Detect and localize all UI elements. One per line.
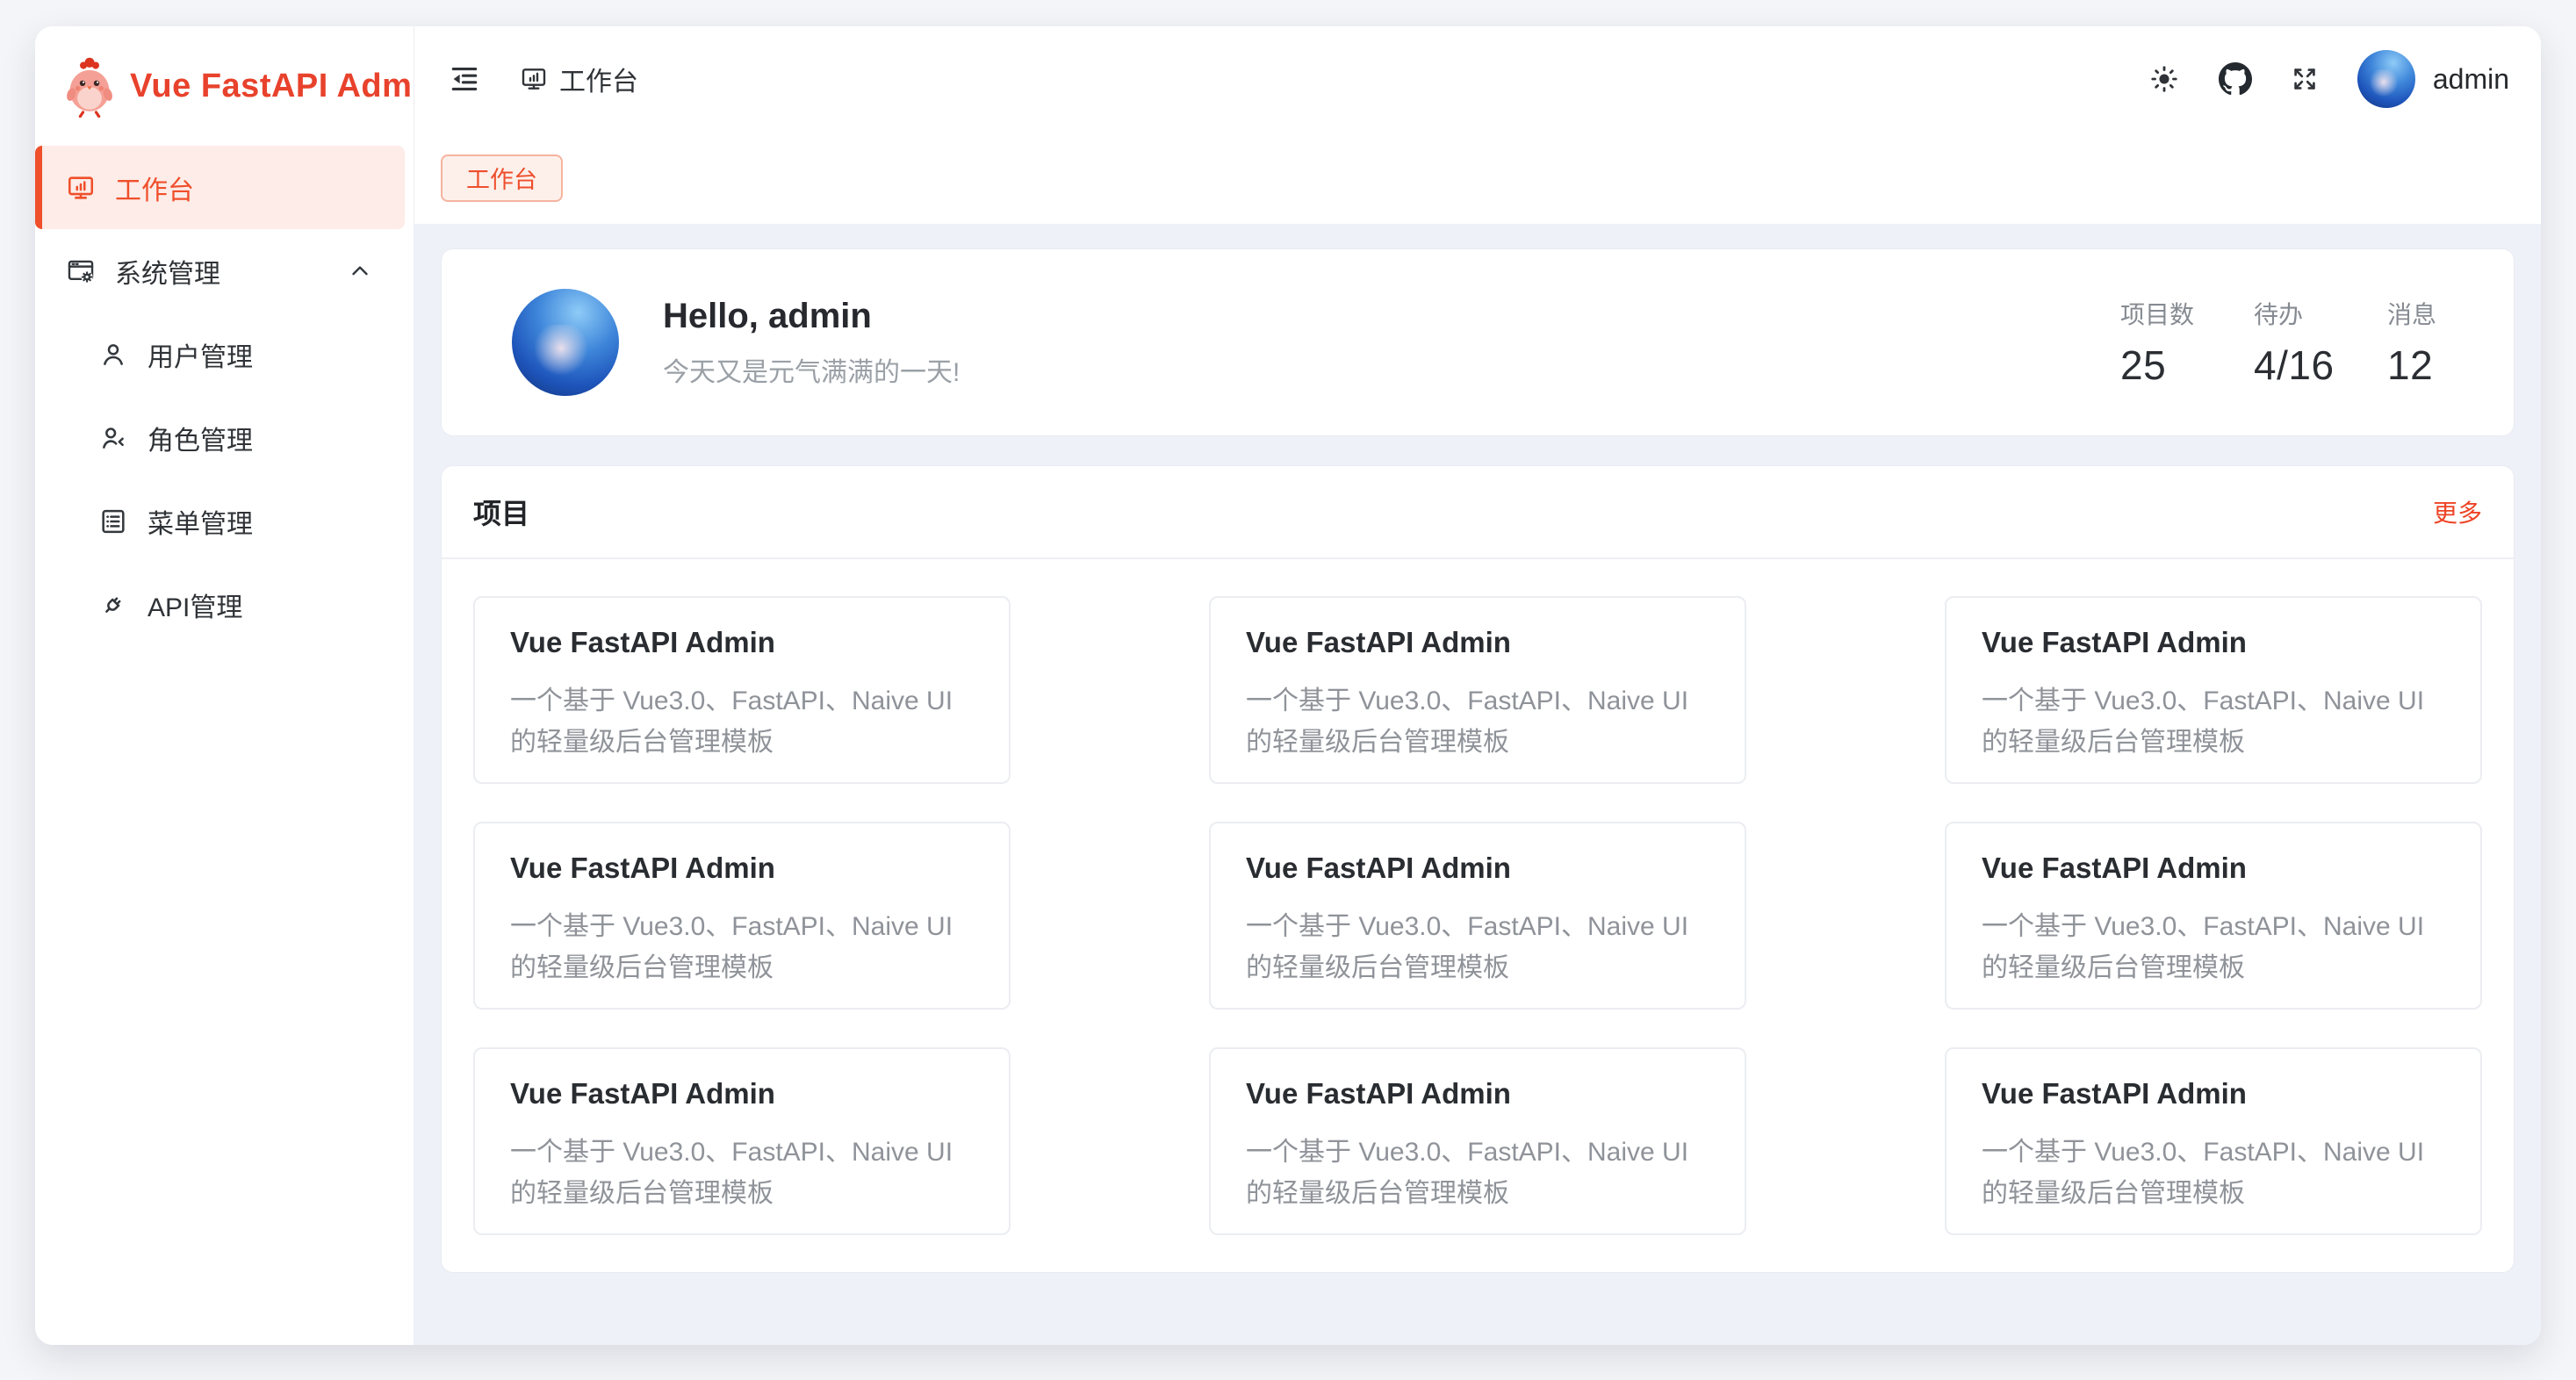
sidebar-item-label: 系统管理 xyxy=(115,252,220,291)
system-icon xyxy=(66,256,96,286)
project-card: Vue FastAPI Admin 一个基于 Vue3.0、FastAPI、Na… xyxy=(1209,1047,1746,1235)
project-description: 一个基于 Vue3.0、FastAPI、Naive UI 的轻量级后台管理模板 xyxy=(1246,1132,1709,1214)
menu-fold-icon xyxy=(448,62,481,96)
github-icon xyxy=(2219,62,2252,96)
project-title: Vue FastAPI Admin xyxy=(1246,852,1709,885)
user-icon xyxy=(98,340,128,370)
project-title: Vue FastAPI Admin xyxy=(510,1077,974,1110)
github-link-button[interactable] xyxy=(2219,62,2252,96)
project-description: 一个基于 Vue3.0、FastAPI、Naive UI 的轻量级后台管理模板 xyxy=(1982,906,2445,988)
stat-projects: 项目数 25 xyxy=(2120,296,2205,389)
brand-logo: Vue FastAPI Admin xyxy=(35,26,414,146)
chevron-up-icon xyxy=(347,258,373,284)
stat-value: 4/16 xyxy=(2254,341,2338,389)
welcome-card: Hello, admin 今天又是元气满满的一天! 项目数 25 待办 4/16… xyxy=(441,248,2515,436)
breadcrumb-label: 工作台 xyxy=(559,60,638,98)
projects-title: 项目 xyxy=(473,492,529,532)
project-card: Vue FastAPI Admin 一个基于 Vue3.0、FastAPI、Na… xyxy=(473,1047,1011,1235)
project-title: Vue FastAPI Admin xyxy=(1982,852,2445,885)
sidebar-item-system[interactable]: 系统管理 xyxy=(35,229,405,313)
project-description: 一个基于 Vue3.0、FastAPI、Naive UI 的轻量级后台管理模板 xyxy=(1982,1132,2445,1214)
api-icon xyxy=(98,590,128,620)
content-area: Hello, admin 今天又是元气满满的一天! 项目数 25 待办 4/16… xyxy=(414,224,2541,1345)
project-title: Vue FastAPI Admin xyxy=(1982,626,2445,659)
project-card: Vue FastAPI Admin 一个基于 Vue3.0、FastAPI、Na… xyxy=(473,596,1011,784)
stat-messages: 消息 12 xyxy=(2387,296,2472,389)
user-avatar-large xyxy=(512,289,619,396)
stat-label: 项目数 xyxy=(2120,296,2205,331)
project-description: 一个基于 Vue3.0、FastAPI、Naive UI 的轻量级后台管理模板 xyxy=(1982,680,2445,763)
stat-label: 消息 xyxy=(2387,296,2472,331)
menu-icon xyxy=(98,507,128,536)
project-title: Vue FastAPI Admin xyxy=(1246,626,1709,659)
user-menu[interactable]: admin xyxy=(2357,50,2509,108)
chick-logo-icon xyxy=(61,54,118,118)
tab-workbench[interactable]: 工作台 xyxy=(441,155,563,202)
workbench-icon xyxy=(66,173,96,203)
sidebar-item-menus[interactable]: 菜单管理 xyxy=(35,479,405,563)
sidebar-item-label: 工作台 xyxy=(115,169,194,207)
projects-card: 项目 更多 Vue FastAPI Admin 一个基于 Vue3.0、Fast… xyxy=(441,465,2515,1273)
role-icon xyxy=(98,423,128,453)
theme-toggle-button[interactable] xyxy=(2148,63,2180,95)
avatar xyxy=(2357,50,2415,108)
collapse-sidebar-button[interactable] xyxy=(448,62,481,96)
fullscreen-expand-icon xyxy=(2291,65,2319,93)
username: admin xyxy=(2433,63,2509,96)
project-title: Vue FastAPI Admin xyxy=(510,626,974,659)
stat-label: 待办 xyxy=(2254,296,2338,331)
stat-value: 25 xyxy=(2120,341,2205,389)
tab-label: 工作台 xyxy=(466,161,537,195)
welcome-text: Hello, admin 今天又是元气满满的一天! xyxy=(663,297,960,389)
header-actions: admin xyxy=(2148,50,2523,108)
sidebar-item-roles[interactable]: 角色管理 xyxy=(35,396,405,479)
sidebar-item-workbench[interactable]: 工作台 xyxy=(35,146,405,229)
project-card: Vue FastAPI Admin 一个基于 Vue3.0、FastAPI、Na… xyxy=(1209,596,1746,784)
project-title: Vue FastAPI Admin xyxy=(1982,1077,2445,1110)
stat-value: 12 xyxy=(2387,341,2472,389)
project-description: 一个基于 Vue3.0、FastAPI、Naive UI 的轻量级后台管理模板 xyxy=(510,680,974,763)
brand-title: Vue FastAPI Admin xyxy=(130,68,443,105)
sidebar-item-label: API管理 xyxy=(148,586,242,624)
projects-more-link[interactable]: 更多 xyxy=(2433,494,2482,529)
project-card: Vue FastAPI Admin 一个基于 Vue3.0、FastAPI、Na… xyxy=(1945,596,2482,784)
sidebar-item-api[interactable]: API管理 xyxy=(35,563,405,646)
stat-todos: 待办 4/16 xyxy=(2254,296,2338,389)
projects-grid: Vue FastAPI Admin 一个基于 Vue3.0、FastAPI、Na… xyxy=(442,559,2514,1274)
sidebar-item-users[interactable]: 用户管理 xyxy=(35,313,405,396)
project-card: Vue FastAPI Admin 一个基于 Vue3.0、FastAPI、Na… xyxy=(1209,822,1746,1010)
welcome-message: 今天又是元气满满的一天! xyxy=(663,350,960,389)
project-description: 一个基于 Vue3.0、FastAPI、Naive UI 的轻量级后台管理模板 xyxy=(1246,680,1709,763)
breadcrumb[interactable]: 工作台 xyxy=(520,60,638,98)
project-card: Vue FastAPI Admin 一个基于 Vue3.0、FastAPI、Na… xyxy=(473,822,1011,1010)
sidebar-item-label: 菜单管理 xyxy=(148,502,253,541)
sidebar-item-label: 角色管理 xyxy=(148,419,253,457)
project-card: Vue FastAPI Admin 一个基于 Vue3.0、FastAPI、Na… xyxy=(1945,1047,2482,1235)
workbench-icon xyxy=(520,65,548,93)
stats-group: 项目数 25 待办 4/16 消息 12 xyxy=(2120,296,2472,389)
project-card: Vue FastAPI Admin 一个基于 Vue3.0、FastAPI、Na… xyxy=(1945,822,2482,1010)
projects-header: 项目 更多 xyxy=(442,466,2514,559)
main-area: 工作台 xyxy=(414,26,2541,1345)
sidebar-item-label: 用户管理 xyxy=(148,335,253,374)
sun-icon xyxy=(2148,63,2180,95)
app-window: Vue FastAPI Admin 工作台 xyxy=(35,26,2541,1345)
welcome-greeting: Hello, admin xyxy=(663,297,960,336)
project-description: 一个基于 Vue3.0、FastAPI、Naive UI 的轻量级后台管理模板 xyxy=(510,906,974,988)
project-description: 一个基于 Vue3.0、FastAPI、Naive UI 的轻量级后台管理模板 xyxy=(510,1132,974,1214)
sidebar: Vue FastAPI Admin 工作台 xyxy=(35,26,414,1345)
header: 工作台 xyxy=(414,26,2541,132)
tags-bar: 工作台 xyxy=(414,132,2541,224)
sidebar-menu: 工作台 xyxy=(35,146,414,646)
project-title: Vue FastAPI Admin xyxy=(510,852,974,885)
project-title: Vue FastAPI Admin xyxy=(1246,1077,1709,1110)
fullscreen-button[interactable] xyxy=(2291,65,2319,93)
project-description: 一个基于 Vue3.0、FastAPI、Naive UI 的轻量级后台管理模板 xyxy=(1246,906,1709,988)
